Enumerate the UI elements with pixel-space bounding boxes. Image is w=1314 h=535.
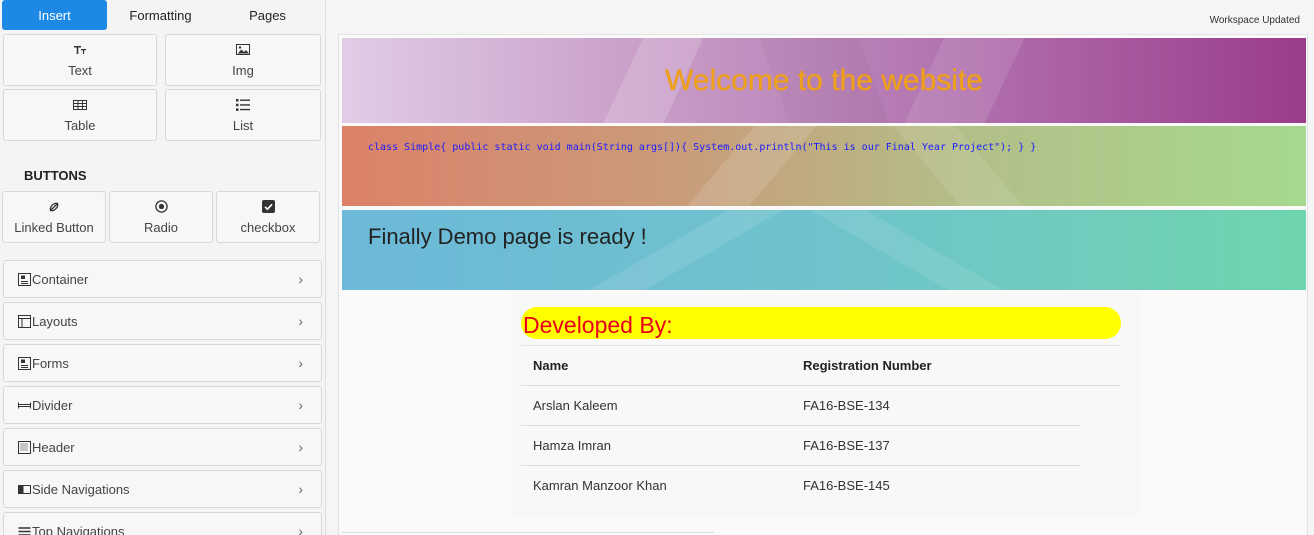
- column-header-registration: Registration Number: [803, 358, 932, 373]
- form-icon: [18, 356, 32, 370]
- divider: [342, 532, 714, 533]
- workspace-status: Workspace Updated: [1209, 15, 1300, 26]
- basic-elements-grid: Text Img Table List: [0, 30, 325, 141]
- table-row[interactable]: Hamza Imran FA16-BSE-137: [521, 425, 1081, 465]
- insert-table-button[interactable]: Table: [3, 89, 157, 141]
- table-cell-name: Kamran Manzoor Khan: [533, 478, 667, 493]
- table-cell-name: Hamza Imran: [533, 438, 612, 453]
- developers-section[interactable]: Developed By: Name Registration Number A…: [511, 293, 1141, 517]
- code-snippet[interactable]: class Simple{ public static void main(St…: [368, 142, 1036, 153]
- demo-ready-text[interactable]: Finally Demo page is ready !: [368, 224, 647, 250]
- page-canvas[interactable]: Welcome to the website class Simple{ pub…: [338, 34, 1308, 535]
- insert-radio-button[interactable]: Radio: [109, 191, 213, 243]
- accordion-container-label: Container: [32, 271, 89, 287]
- chevron-right-icon: ›: [298, 439, 303, 455]
- insert-text-button[interactable]: Text: [3, 34, 157, 86]
- top-nav-icon: [18, 524, 32, 535]
- table-icon: [73, 98, 87, 112]
- accordion-top-navigations-label: Top Navigations: [32, 523, 125, 535]
- accordion-layouts-label: Layouts: [32, 313, 78, 329]
- buttons-grid: Linked Button Radio checkbox: [0, 187, 325, 243]
- workspace: Workspace Updated Welcome to the website…: [326, 0, 1314, 535]
- developed-by-heading[interactable]: Developed By:: [521, 307, 1121, 339]
- column-header-name: Name: [533, 358, 569, 373]
- linked-button-label: Linked Button: [14, 219, 94, 235]
- accordion-side-navigations-label: Side Navigations: [32, 481, 130, 497]
- tab-formatting[interactable]: Formatting: [107, 0, 214, 30]
- divider-icon: [18, 398, 32, 412]
- table-row[interactable]: Arslan Kaleem FA16-BSE-134: [521, 385, 1121, 425]
- insert-image-label: Img: [232, 62, 254, 78]
- chevron-right-icon: ›: [298, 313, 303, 329]
- accordion-divider-label: Divider: [32, 397, 73, 413]
- insert-table-label: Table: [64, 117, 96, 133]
- accordion-header[interactable]: Header ›: [3, 428, 322, 466]
- developers-table[interactable]: Name Registration Number Arslan Kaleem F…: [521, 345, 1121, 505]
- layout-icon: [18, 314, 32, 328]
- banner-background: [342, 126, 1306, 206]
- insert-linked-button[interactable]: Linked Button: [2, 191, 106, 243]
- table-cell-registration: FA16-BSE-145: [803, 478, 890, 493]
- sidebar: Insert Formatting Pages Text Img Table L…: [0, 0, 326, 535]
- radio-label: Radio: [144, 219, 178, 235]
- accordion-header-label: Header: [32, 439, 75, 455]
- chevron-right-icon: ›: [298, 271, 303, 287]
- table-cell-name: Arslan Kaleem: [533, 398, 618, 413]
- buttons-section-title: BUTTONS: [24, 168, 87, 183]
- code-banner[interactable]: class Simple{ public static void main(St…: [342, 126, 1306, 206]
- header-icon: [18, 440, 32, 454]
- chevron-right-icon: ›: [298, 355, 303, 371]
- text-format-icon: [74, 43, 86, 57]
- table-cell-registration: FA16-BSE-137: [803, 438, 890, 453]
- component-accordions: Container › Layouts › Forms › Divider ›: [0, 260, 325, 535]
- insert-list-label: List: [232, 117, 254, 133]
- accordion-top-navigations[interactable]: Top Navigations ›: [3, 512, 322, 535]
- checkbox-icon: [261, 200, 275, 214]
- side-nav-icon: [18, 482, 32, 496]
- banner-background: [342, 210, 1306, 290]
- insert-list-button[interactable]: List: [165, 89, 321, 141]
- accordion-divider[interactable]: Divider ›: [3, 386, 322, 424]
- chevron-right-icon: ›: [298, 397, 303, 413]
- container-icon: [18, 272, 32, 286]
- accordion-layouts[interactable]: Layouts ›: [3, 302, 322, 340]
- image-icon: [236, 43, 250, 57]
- accordion-forms-label: Forms: [32, 355, 69, 371]
- accordion-container[interactable]: Container ›: [3, 260, 322, 298]
- chevron-right-icon: ›: [298, 523, 303, 535]
- tab-pages[interactable]: Pages: [214, 0, 321, 30]
- chevron-right-icon: ›: [298, 481, 303, 497]
- insert-text-label: Text: [68, 62, 92, 78]
- accordion-forms[interactable]: Forms ›: [3, 344, 322, 382]
- accordion-side-navigations[interactable]: Side Navigations ›: [3, 470, 322, 508]
- insert-checkbox-button[interactable]: checkbox: [216, 191, 320, 243]
- table-cell-registration: FA16-BSE-134: [803, 398, 890, 413]
- table-header-row: Name Registration Number: [521, 345, 1121, 385]
- demo-ready-banner[interactable]: Finally Demo page is ready !: [342, 210, 1306, 290]
- table-row[interactable]: Kamran Manzoor Khan FA16-BSE-145: [521, 465, 1081, 505]
- insert-image-button[interactable]: Img: [165, 34, 321, 86]
- sidebar-tabs: Insert Formatting Pages: [0, 0, 325, 30]
- radio-icon: [154, 200, 168, 214]
- welcome-title[interactable]: Welcome to the website: [342, 64, 1306, 98]
- list-icon: [236, 98, 250, 112]
- link-icon: [48, 200, 60, 214]
- tab-insert[interactable]: Insert: [2, 0, 107, 30]
- welcome-banner[interactable]: Welcome to the website: [342, 38, 1306, 123]
- checkbox-label: checkbox: [240, 219, 296, 235]
